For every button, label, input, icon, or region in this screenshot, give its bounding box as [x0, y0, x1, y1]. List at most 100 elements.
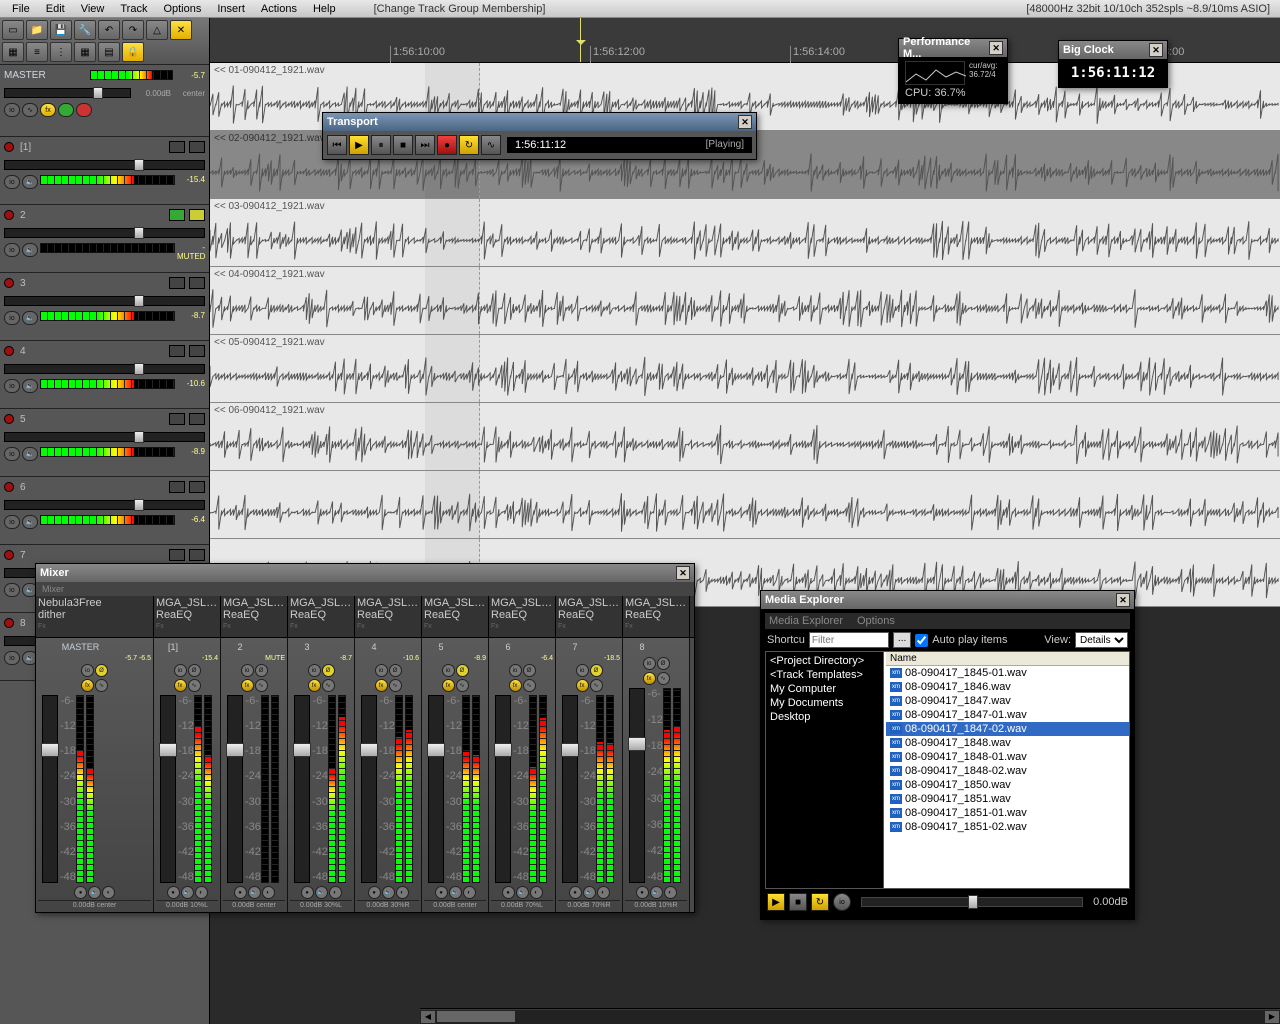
me-view-select[interactable]: Details: [1075, 632, 1128, 648]
performance-meter-window[interactable]: Performance M... ✕ cur/avg: 36.72/4 CPU:…: [898, 38, 1008, 104]
transport-loop-button[interactable]: ↻: [459, 135, 479, 155]
track-volume-fader-4[interactable]: [4, 364, 205, 374]
mixer-mute-7[interactable]: [594, 642, 606, 652]
transport-stop-button[interactable]: ■: [393, 135, 413, 155]
me-file-item[interactable]: xm08-090417_1845-01.wav: [886, 666, 1129, 680]
mixer-pan-7[interactable]: ◐: [597, 886, 610, 899]
master-io-button[interactable]: io: [4, 103, 20, 117]
track-mute-1[interactable]: [169, 141, 185, 153]
track-rec-arm-6[interactable]: [4, 482, 14, 492]
hscroll-left[interactable]: ◀: [420, 1010, 436, 1024]
track-lane-5[interactable]: << 05-090412_1921.wav: [210, 335, 1280, 403]
me-loop-button[interactable]: ↻: [811, 893, 829, 911]
mixer-fx-slot-4[interactable]: MGA_JSLimiteReaEQFx: [355, 596, 422, 637]
track-speaker-2[interactable]: 🔈: [22, 243, 38, 257]
tb-grid-c[interactable]: ⋮: [50, 42, 72, 62]
tb-grid-b[interactable]: ≡: [26, 42, 48, 62]
track-speaker-4[interactable]: 🔈: [22, 379, 38, 393]
mixer-strip-7[interactable]: 7 -18.5 io Ø fx ∿ -6--12--18--24--30--36…: [556, 638, 623, 912]
track-io-7[interactable]: io: [4, 583, 20, 597]
mixer-rec-5[interactable]: ●: [435, 886, 448, 899]
track-rec-arm-8[interactable]: [4, 618, 14, 628]
track-mute-5[interactable]: [169, 413, 185, 425]
mixer-solo-0[interactable]: [139, 642, 151, 652]
mixer-phase-4[interactable]: Ø: [389, 664, 402, 677]
track-volume-fader-2[interactable]: [4, 228, 205, 238]
mixer-pan-2[interactable]: ◐: [262, 886, 275, 899]
mixer-close-button[interactable]: ✕: [676, 566, 690, 580]
track-lane-7[interactable]: [210, 471, 1280, 539]
track-lane-3[interactable]: << 03-090412_1921.wav: [210, 199, 1280, 267]
track-mute-7[interactable]: [169, 549, 185, 561]
mixer-phase-8[interactable]: Ø: [657, 657, 670, 670]
mixer-solo-2[interactable]: [273, 642, 285, 652]
mixer-fader-1[interactable]: [160, 695, 176, 883]
me-file-item[interactable]: xm08-090417_1848.wav: [886, 736, 1129, 750]
me-menu-explorer[interactable]: Media Explorer: [769, 615, 843, 627]
track-solo-3[interactable]: [189, 277, 205, 289]
mixer-io-3[interactable]: io: [308, 664, 321, 677]
mixer-fader-5[interactable]: [428, 695, 444, 883]
mixer-io-4[interactable]: io: [375, 664, 388, 677]
mixer-env-0[interactable]: ∿: [95, 679, 108, 692]
mixer-solo-3[interactable]: [340, 642, 352, 652]
mixer-mon-3[interactable]: 🔈: [315, 886, 328, 899]
mixer-mon-7[interactable]: 🔈: [583, 886, 596, 899]
mixer-env-4[interactable]: ∿: [389, 679, 402, 692]
mixer-fx-2[interactable]: fx: [241, 679, 254, 692]
track-lane-4[interactable]: << 04-090412_1921.wav: [210, 267, 1280, 335]
mixer-pan-8[interactable]: ◐: [664, 886, 677, 899]
track-rec-arm-2[interactable]: [4, 210, 14, 220]
track-volume-fader-6[interactable]: [4, 500, 205, 510]
transport-end-button[interactable]: ⏭: [415, 135, 435, 155]
mixer-io-0[interactable]: io: [81, 664, 94, 677]
tb-lock[interactable]: ✕: [170, 20, 192, 40]
mixer-env-2[interactable]: ∿: [255, 679, 268, 692]
menu-options[interactable]: Options: [155, 2, 209, 16]
mixer-strip-8[interactable]: 8 io Ø fx ∿ -6--12--18--24--30--36--42--…: [623, 638, 690, 912]
track-rec-arm-3[interactable]: [4, 278, 14, 288]
mixer-rec-2[interactable]: ●: [234, 886, 247, 899]
me-list-header-name[interactable]: Name: [886, 652, 1129, 666]
me-autoplay-checkbox[interactable]: [915, 634, 928, 647]
horizontal-scrollbar[interactable]: ◀ ▶: [420, 1008, 1280, 1024]
master-fx-button[interactable]: fx: [40, 103, 56, 117]
perf-titlebar[interactable]: Performance M... ✕: [899, 39, 1007, 57]
transport-start-button[interactable]: ⏮: [327, 135, 347, 155]
master-track-header[interactable]: MASTER -5.7 0.00dB center io ∿ fx: [0, 65, 209, 137]
mixer-fader-0[interactable]: [42, 695, 58, 883]
tb-grid-a[interactable]: ▦: [2, 42, 24, 62]
me-tree-item[interactable]: My Documents: [768, 696, 881, 710]
transport-time-display[interactable]: 1:56:11:12 [Playing]: [507, 137, 752, 153]
tb-open[interactable]: 📁: [26, 20, 48, 40]
mixer-phase-1[interactable]: Ø: [188, 664, 201, 677]
mixer-mon-6[interactable]: 🔈: [516, 886, 529, 899]
track-solo-4[interactable]: [189, 345, 205, 357]
mixer-fader-7[interactable]: [562, 695, 578, 883]
me-folder-tree[interactable]: <Project Directory><Track Templates>My C…: [766, 652, 884, 888]
mixer-fx-slot-1[interactable]: MGA_JSLimiteReaEQFx: [154, 596, 221, 637]
mixer-mon-0[interactable]: 🔈: [88, 886, 101, 899]
track-solo-1[interactable]: [189, 141, 205, 153]
track-mute-4[interactable]: [169, 345, 185, 357]
mixer-rec-7[interactable]: ●: [569, 886, 582, 899]
mixer-strip-2[interactable]: 2 MUTE io Ø fx ∿ -6--12--18--24--30--36-…: [221, 638, 288, 912]
mixer-fx-slot-7[interactable]: MGA_JSLimiteReaEQFx: [556, 596, 623, 637]
tb-save[interactable]: 💾: [50, 20, 72, 40]
mixer-io-2[interactable]: io: [241, 664, 254, 677]
track-volume-fader-5[interactable]: [4, 432, 205, 442]
mixer-solo-6[interactable]: [541, 642, 553, 652]
track-speaker-5[interactable]: 🔈: [22, 447, 38, 461]
track-header-4[interactable]: 4 io 🔈 -10.6: [0, 341, 209, 409]
mixer-mute-8[interactable]: [661, 642, 673, 652]
master-mono-button[interactable]: [58, 103, 74, 117]
mixer-strip-3[interactable]: 3 -8.7 io Ø fx ∿ -6--12--18--24--30--36-…: [288, 638, 355, 912]
mixer-solo-5[interactable]: [474, 642, 486, 652]
mixer-env-3[interactable]: ∿: [322, 679, 335, 692]
me-play-button[interactable]: ▶: [767, 893, 785, 911]
track-rec-arm-5[interactable]: [4, 414, 14, 424]
track-mute-2[interactable]: [169, 209, 185, 221]
big-clock-titlebar[interactable]: Big Clock ✕: [1059, 41, 1167, 59]
me-file-item[interactable]: xm08-090417_1847-01.wav: [886, 708, 1129, 722]
me-filter-input[interactable]: [809, 632, 889, 648]
